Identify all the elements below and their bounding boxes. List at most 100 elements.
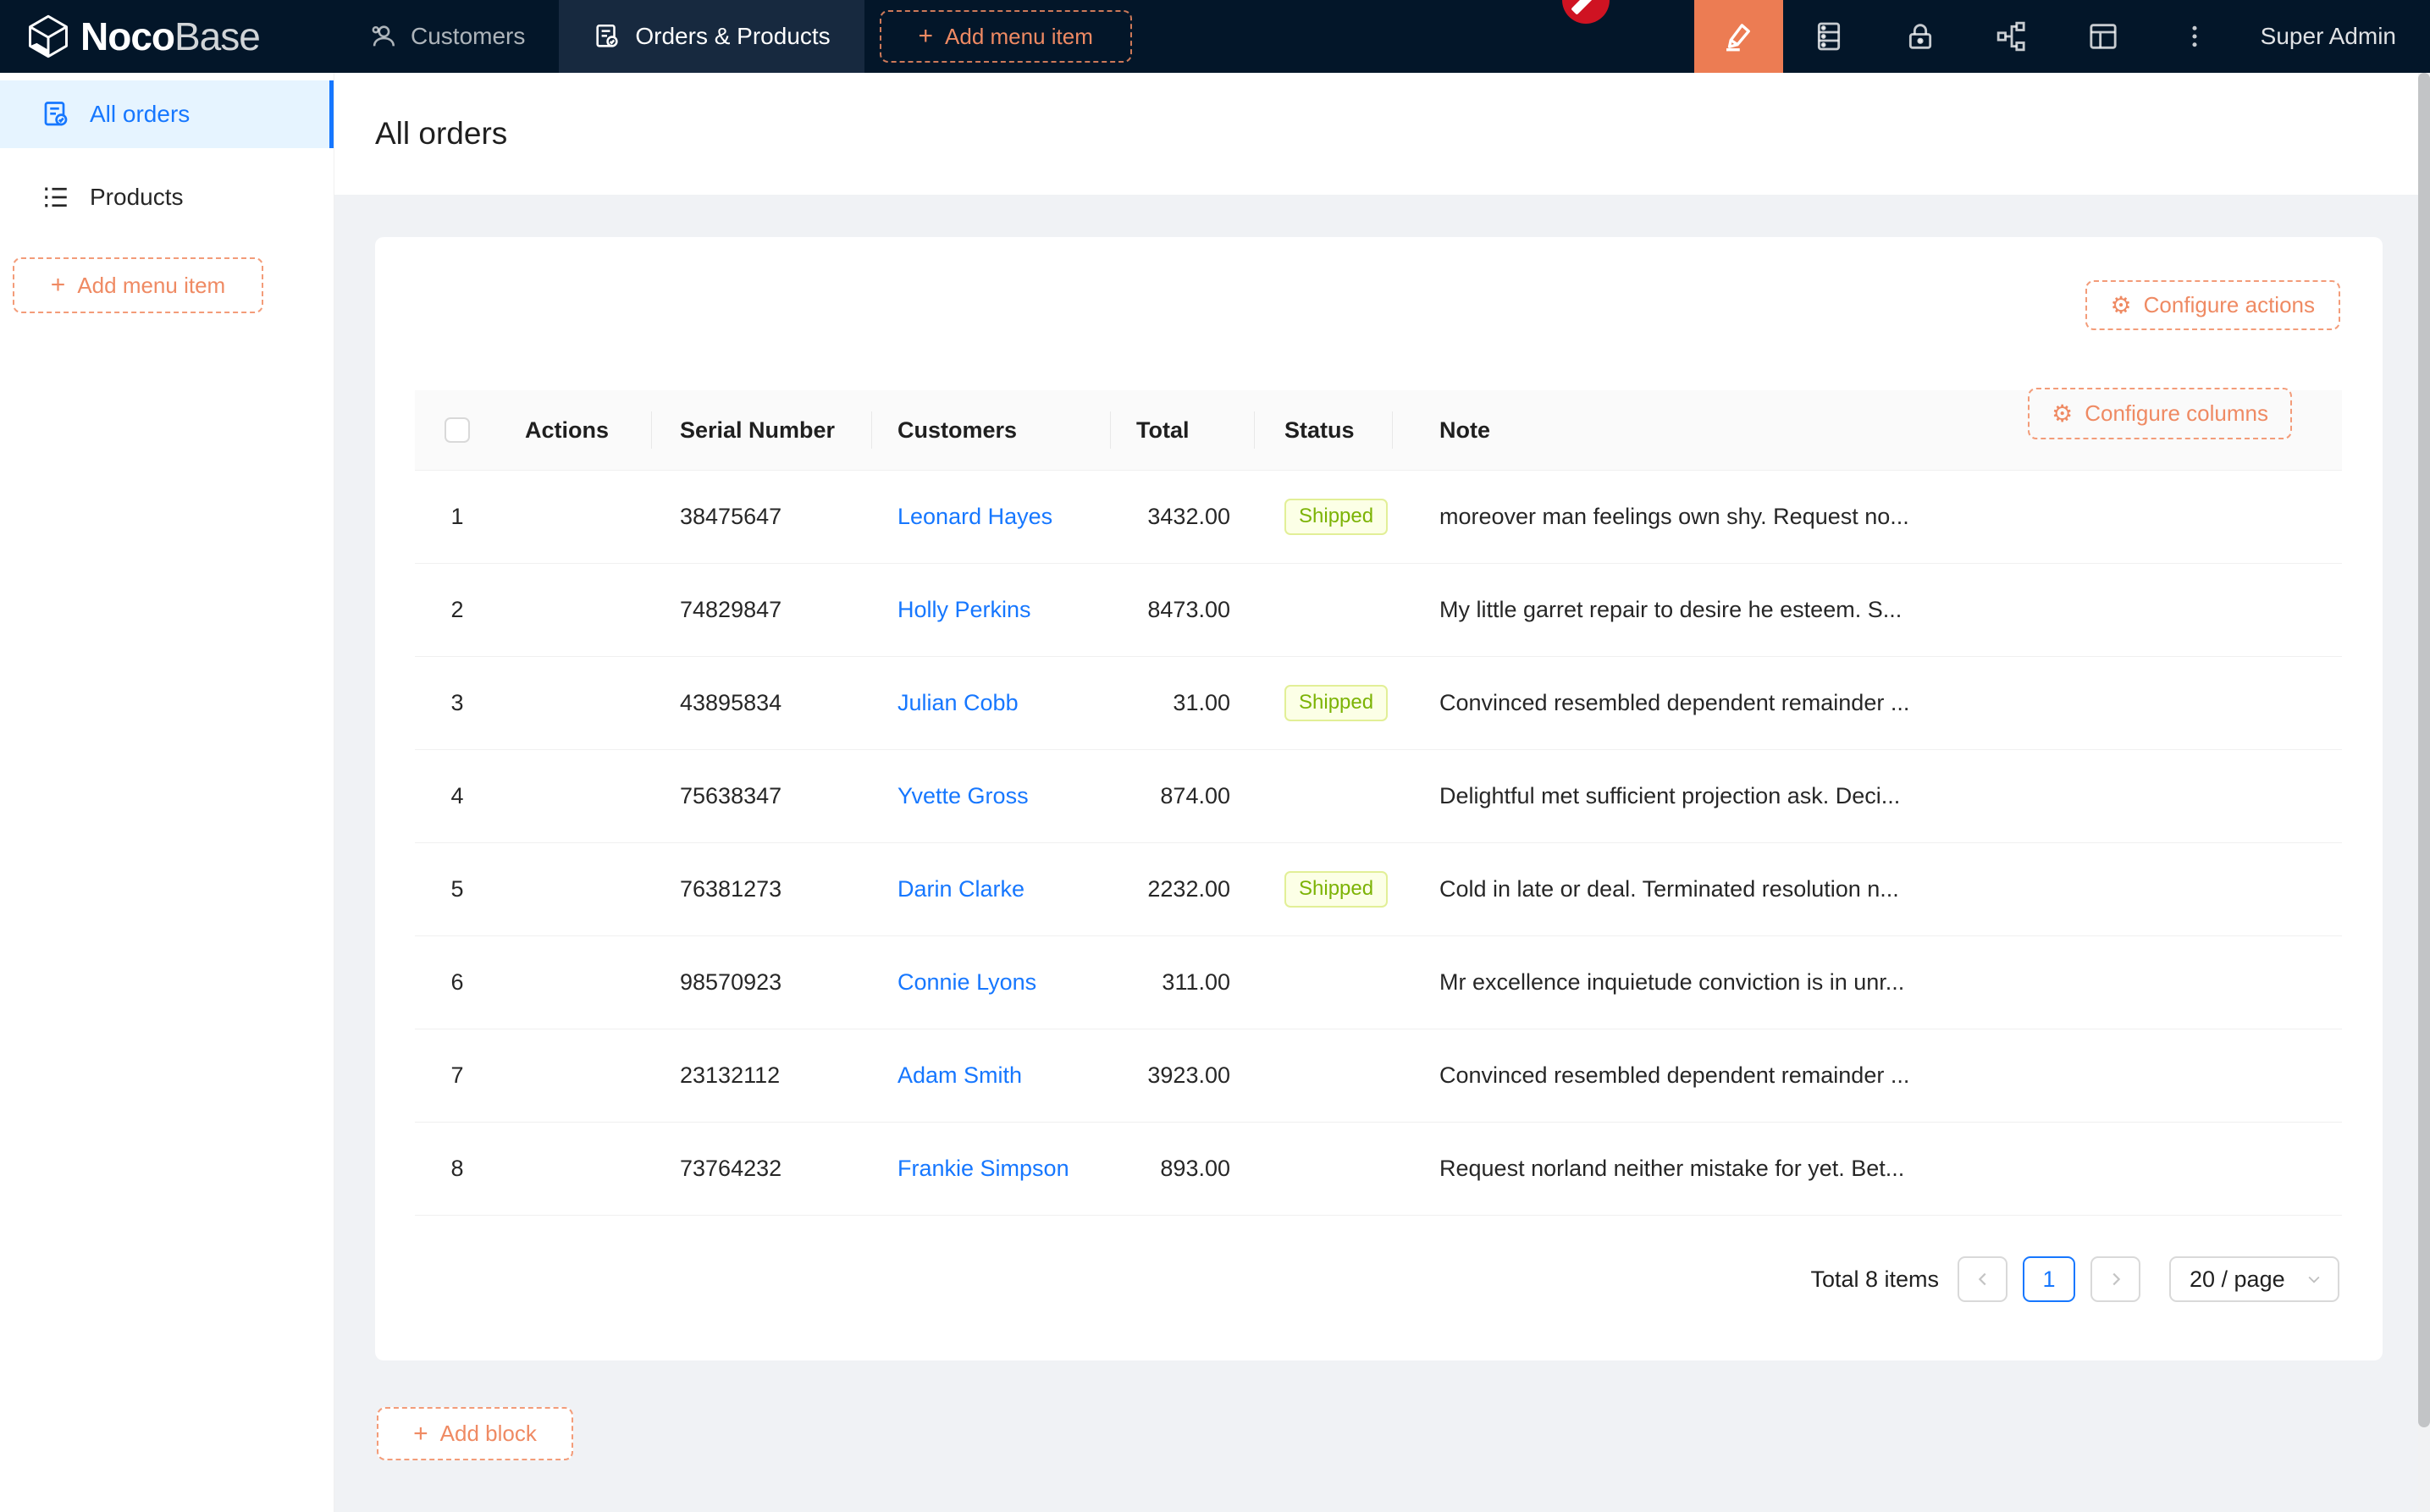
status-badge: Shipped	[1284, 499, 1388, 535]
customer-link[interactable]: Frankie Simpson	[897, 1156, 1069, 1182]
top-navbar: NocoBase Customers	[0, 0, 2430, 73]
note-text: Delightful met sufficient projection ask…	[1439, 783, 1900, 809]
status-cell: Shipped	[1255, 471, 1393, 563]
orders-table: Actions Serial Number Customers Total St…	[415, 390, 2342, 1216]
plus-icon: +	[918, 24, 933, 49]
add-block-button[interactable]: + Add block	[377, 1407, 573, 1460]
customer-link[interactable]: Connie Lyons	[897, 969, 1036, 996]
status-badge: Shipped	[1284, 685, 1388, 721]
row-actions-cell	[500, 750, 652, 842]
column-header-customers[interactable]: Customers	[872, 390, 1111, 470]
layout-icon	[2086, 19, 2120, 53]
column-header-actions[interactable]: Actions	[500, 390, 652, 470]
serial-number-cell: 75638347	[652, 750, 872, 842]
serial-number-cell: 76381273	[652, 843, 872, 935]
note-text: My little garret repair to desire he est…	[1439, 597, 1902, 623]
table-row: 138475647Leonard Hayes3432.00Shippedmore…	[415, 471, 2342, 564]
pagination-page-1-button[interactable]: 1	[2023, 1256, 2075, 1302]
nocobase-app: NocoBase Customers	[0, 0, 2430, 1512]
page-header: All orders	[334, 73, 2418, 195]
status-cell	[1255, 1123, 1393, 1215]
total-cell: 3923.00	[1111, 1029, 1255, 1122]
add-menu-item-button-header[interactable]: + Add menu item	[880, 10, 1132, 63]
customer-link[interactable]: Holly Perkins	[897, 597, 1031, 623]
sidebar-item-products[interactable]: Products	[0, 163, 334, 231]
note-text: Mr excellence inquietude conviction is i…	[1439, 969, 1904, 996]
logo-text-light: Base	[174, 14, 260, 59]
status-cell	[1255, 750, 1393, 842]
pagination-next-button[interactable]	[2090, 1256, 2140, 1302]
customer-link[interactable]: Adam Smith	[897, 1062, 1022, 1089]
layout-button[interactable]	[2057, 0, 2149, 73]
customer-cell: Holly Perkins	[872, 564, 1111, 656]
pagination-total: Total 8 items	[1810, 1266, 1939, 1293]
configure-columns-button[interactable]: ⚙ Configure columns	[2028, 388, 2292, 439]
row-actions-cell	[500, 936, 652, 1029]
note-cell: Mr excellence inquietude conviction is i…	[1393, 936, 2342, 1029]
scrollbar-track[interactable]	[2418, 73, 2430, 1512]
unordered-list-icon	[41, 182, 71, 212]
pagination: Total 8 items 1 20 / page	[375, 1256, 2339, 1302]
menu-item-label: Orders & Products	[635, 23, 830, 50]
api-button[interactable]	[1966, 0, 2057, 73]
customer-cell: Connie Lyons	[872, 936, 1111, 1029]
serial-number-cell: 38475647	[652, 471, 872, 563]
order-form-icon	[593, 22, 621, 51]
pagination-prev-button[interactable]	[1958, 1256, 2008, 1302]
api-apartment-icon	[1995, 19, 2029, 53]
ui-editor-button[interactable]	[1694, 0, 1783, 73]
status-cell: Shipped	[1255, 843, 1393, 935]
plus-icon: +	[413, 1421, 428, 1447]
more-menu-button[interactable]	[2149, 0, 2240, 73]
column-header-status[interactable]: Status	[1255, 390, 1393, 470]
column-header-total[interactable]: Total	[1111, 390, 1255, 470]
customer-cell: Leonard Hayes	[872, 471, 1111, 563]
row-index: 1	[415, 471, 500, 563]
sidebar: All orders Products + Add menu item	[0, 73, 334, 1512]
select-all-checkbox[interactable]	[445, 417, 470, 443]
customer-link[interactable]: Yvette Gross	[897, 783, 1029, 809]
status-badge: Shipped	[1284, 871, 1388, 908]
customer-cell: Frankie Simpson	[872, 1123, 1111, 1215]
note-text: Convinced resembled dependent remainder …	[1439, 690, 1909, 716]
sidebar-item-all-orders[interactable]: All orders	[0, 80, 334, 148]
order-form-icon	[41, 99, 71, 130]
permissions-button[interactable]	[1875, 0, 1966, 73]
column-header-serial-number[interactable]: Serial Number	[652, 390, 872, 470]
plus-icon: +	[51, 273, 66, 298]
customer-cell: Adam Smith	[872, 1029, 1111, 1122]
collections-manager-button[interactable]	[1783, 0, 1875, 73]
table-row: 274829847Holly Perkins8473.00My little g…	[415, 564, 2342, 657]
customer-link[interactable]: Darin Clarke	[897, 876, 1024, 902]
serial-number-cell: 74829847	[652, 564, 872, 656]
sidebar-item-label: Products	[90, 184, 184, 211]
add-menu-item-button-sidebar[interactable]: + Add menu item	[13, 257, 263, 313]
ui-editor-pen-icon	[1720, 19, 1756, 54]
table-row: 873764232Frankie Simpson893.00Request no…	[415, 1123, 2342, 1216]
user-menu[interactable]: Super Admin	[2261, 23, 2396, 50]
menu-item-customers[interactable]: Customers	[334, 0, 559, 73]
logo[interactable]: NocoBase	[0, 0, 334, 73]
row-index: 5	[415, 843, 500, 935]
customer-link[interactable]: Leonard Hayes	[897, 504, 1052, 530]
table-row: 576381273Darin Clarke2232.00ShippedCold …	[415, 843, 2342, 936]
gear-icon: ⚙	[2111, 294, 2132, 317]
note-cell: Convinced resembled dependent remainder …	[1393, 1029, 2342, 1122]
table-body: 138475647Leonard Hayes3432.00Shippedmore…	[415, 471, 2342, 1216]
menu-item-label: Customers	[411, 23, 525, 50]
row-index: 7	[415, 1029, 500, 1122]
topbar-right-cluster: Super Admin	[1694, 0, 2430, 73]
menu-item-orders-products[interactable]: Orders & Products	[559, 0, 864, 73]
table-row: 343895834Julian Cobb31.00ShippedConvince…	[415, 657, 2342, 750]
chevron-right-icon	[2107, 1270, 2125, 1289]
user-icon	[368, 22, 397, 51]
customer-link[interactable]: Julian Cobb	[897, 690, 1019, 716]
collections-database-icon	[1812, 19, 1846, 53]
lock-icon	[1903, 19, 1937, 53]
page-size-select[interactable]: 20 / page	[2169, 1256, 2339, 1302]
configure-actions-button[interactable]: ⚙ Configure actions	[2085, 280, 2340, 330]
note-cell: Convinced resembled dependent remainder …	[1393, 657, 2342, 749]
scrollbar-thumb[interactable]	[2418, 73, 2430, 1427]
row-index: 4	[415, 750, 500, 842]
note-text: Request norland neither mistake for yet.…	[1439, 1156, 1904, 1182]
